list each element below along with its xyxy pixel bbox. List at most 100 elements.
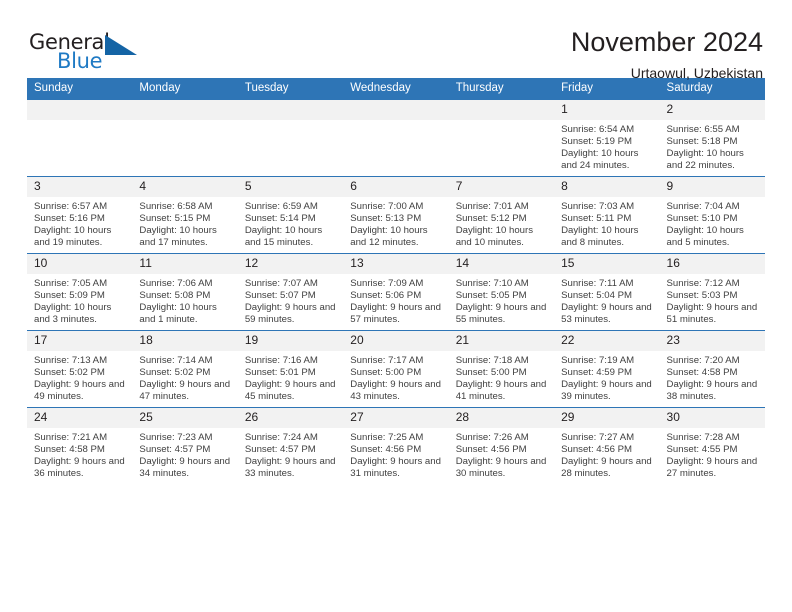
- sunset-text: Sunset: 5:10 PM: [666, 213, 738, 225]
- calendar-day-cell-empty: [237, 99, 344, 177]
- calendar-day-cell[interactable]: 9 Sunrise: 7:04 AM Sunset: 5:10 PM Daylight…: [659, 176, 765, 254]
- day-number: 15: [554, 254, 660, 274]
- sunset-text: Sunset: 5:14 PM: [244, 213, 316, 225]
- sunrise-text: Sunrise: 7:07 AM: [244, 278, 318, 289]
- day-number: 16: [659, 254, 765, 274]
- sunrise-text: Sunrise: 7:16 AM: [244, 355, 318, 366]
- daylight-text: Daylight: 10 hours and 3 minutes.: [34, 302, 112, 326]
- calendar-day-cell[interactable]: 15 Sunrise: 7:11 AM Sunset: 5:04 PM Dayligh…: [554, 253, 660, 331]
- day-number: 1: [554, 100, 660, 120]
- day-details: Sunrise: 6:59 AM Sunset: 5:14 PM Daylight:…: [238, 197, 343, 249]
- calendar-day-cell[interactable]: 26 Sunrise: 7:24 AM Sunset: 4:57 PM Dayligh…: [237, 407, 344, 484]
- sunset-text: Sunset: 4:59 PM: [561, 367, 633, 379]
- calendar-day-cell[interactable]: 14 Sunrise: 7:10 AM Sunset: 5:05 PM Dayligh…: [448, 253, 555, 331]
- daylight-text: Daylight: 10 hours and 19 minutes.: [34, 225, 112, 249]
- daylight-text: Daylight: 9 hours and 59 minutes.: [244, 302, 336, 326]
- sunrise-text: Sunrise: 7:03 AM: [561, 201, 635, 212]
- day-details: Sunrise: 7:26 AM Sunset: 4:56 PM Daylight:…: [449, 428, 554, 480]
- day-details: Sunrise: 6:54 AM Sunset: 5:19 PM Daylight:…: [554, 120, 659, 172]
- sunrise-text: Sunrise: 6:58 AM: [139, 201, 213, 212]
- daylight-text: Daylight: 9 hours and 51 minutes.: [666, 302, 758, 326]
- calendar-day-cell[interactable]: 13 Sunrise: 7:09 AM Sunset: 5:06 PM Dayligh…: [343, 253, 449, 331]
- calendar-day-cell[interactable]: 24 Sunrise: 7:21 AM Sunset: 4:58 PM Dayligh…: [27, 407, 133, 484]
- sunrise-text: Sunrise: 7:13 AM: [34, 355, 108, 366]
- day-number: 10: [27, 254, 133, 274]
- day-number: 2: [659, 100, 765, 120]
- calendar-day-cell[interactable]: 7 Sunrise: 7:01 AM Sunset: 5:12 PM Daylight…: [448, 176, 555, 254]
- sunrise-text: Sunrise: 7:11 AM: [561, 278, 634, 289]
- calendar-day-cell[interactable]: 12 Sunrise: 7:07 AM Sunset: 5:07 PM Dayligh…: [237, 253, 344, 331]
- daylight-text: Daylight: 10 hours and 12 minutes.: [350, 225, 428, 249]
- sunrise-text: Sunrise: 7:01 AM: [455, 201, 529, 212]
- calendar-day-cell[interactable]: 23 Sunrise: 7:20 AM Sunset: 4:58 PM Dayligh…: [659, 330, 765, 408]
- day-number: 28: [448, 408, 555, 428]
- calendar-day-cell[interactable]: 20 Sunrise: 7:17 AM Sunset: 5:00 PM Dayligh…: [343, 330, 449, 408]
- day-number: 14: [448, 254, 555, 274]
- day-number: 19: [237, 331, 344, 351]
- calendar-day-cell-empty: [132, 99, 238, 177]
- daylight-text: Daylight: 9 hours and 49 minutes.: [34, 379, 125, 403]
- calendar-day-cell[interactable]: 8 Sunrise: 7:03 AM Sunset: 5:11 PM Daylight…: [554, 176, 660, 254]
- day-number: 5: [237, 177, 344, 197]
- day-details: Sunrise: 6:55 AM Sunset: 5:18 PM Daylight:…: [660, 120, 765, 172]
- calendar-day-cell[interactable]: 30 Sunrise: 7:28 AM Sunset: 4:55 PM Dayligh…: [659, 407, 765, 484]
- calendar-day-cell[interactable]: 2 Sunrise: 6:55 AM Sunset: 5:18 PM Daylight…: [659, 99, 765, 177]
- calendar-grid: Sunday Monday Tuesday Wednesday Thursday…: [27, 78, 765, 484]
- daylight-text: Daylight: 9 hours and 28 minutes.: [561, 456, 652, 480]
- daylight-text: Daylight: 10 hours and 1 minute.: [139, 302, 217, 326]
- weekday-header-sunday: Sunday: [27, 78, 133, 100]
- sunrise-text: Sunrise: 7:09 AM: [350, 278, 424, 289]
- sunrise-text: Sunrise: 6:59 AM: [244, 201, 318, 212]
- day-details: Sunrise: 7:13 AM Sunset: 5:02 PM Daylight:…: [27, 351, 132, 403]
- sunset-text: Sunset: 5:09 PM: [34, 290, 105, 302]
- sunrise-text: Sunrise: 7:23 AM: [139, 432, 213, 443]
- daylight-text: Daylight: 9 hours and 43 minutes.: [350, 379, 441, 403]
- sunrise-text: Sunrise: 7:28 AM: [666, 432, 740, 443]
- sunrise-text: Sunrise: 7:26 AM: [455, 432, 529, 443]
- sunset-text: Sunset: 5:00 PM: [455, 367, 527, 379]
- sunset-text: Sunset: 5:02 PM: [34, 367, 105, 379]
- calendar-day-cell[interactable]: 18 Sunrise: 7:14 AM Sunset: 5:02 PM Dayligh…: [132, 330, 238, 408]
- daylight-text: Daylight: 10 hours and 17 minutes.: [139, 225, 217, 249]
- sunset-text: Sunset: 5:12 PM: [455, 213, 527, 225]
- calendar-day-cell[interactable]: 29 Sunrise: 7:27 AM Sunset: 4:56 PM Dayligh…: [554, 407, 660, 484]
- day-number: 27: [343, 408, 449, 428]
- daylight-text: Daylight: 9 hours and 55 minutes.: [455, 302, 547, 326]
- calendar-day-cell[interactable]: 17 Sunrise: 7:13 AM Sunset: 5:02 PM Dayligh…: [27, 330, 133, 408]
- calendar-day-cell[interactable]: 16 Sunrise: 7:12 AM Sunset: 5:03 PM Dayligh…: [659, 253, 765, 331]
- sunset-text: Sunset: 5:03 PM: [666, 290, 738, 302]
- sunrise-text: Sunrise: 7:24 AM: [244, 432, 318, 443]
- sunset-text: Sunset: 4:56 PM: [350, 444, 422, 456]
- day-details: Sunrise: 7:23 AM Sunset: 4:57 PM Daylight:…: [132, 428, 237, 480]
- calendar-day-cell[interactable]: 10 Sunrise: 7:05 AM Sunset: 5:09 PM Dayligh…: [27, 253, 133, 331]
- daylight-text: Daylight: 9 hours and 34 minutes.: [139, 456, 231, 480]
- sunset-text: Sunset: 5:08 PM: [139, 290, 211, 302]
- sunrise-text: Sunrise: 7:04 AM: [666, 201, 740, 212]
- day-number: 25: [132, 408, 238, 428]
- calendar-day-cell[interactable]: 4 Sunrise: 6:58 AM Sunset: 5:15 PM Daylight…: [132, 176, 238, 254]
- day-details: Sunrise: 7:11 AM Sunset: 5:04 PM Daylight:…: [554, 274, 659, 326]
- calendar-day-cell[interactable]: 6 Sunrise: 7:00 AM Sunset: 5:13 PM Daylight…: [343, 176, 449, 254]
- calendar-day-cell[interactable]: 5 Sunrise: 6:59 AM Sunset: 5:14 PM Daylight…: [237, 176, 344, 254]
- day-details: Sunrise: 7:19 AM Sunset: 4:59 PM Daylight:…: [554, 351, 659, 403]
- calendar-day-cell-empty: [343, 99, 449, 177]
- calendar-day-cell[interactable]: 1 Sunrise: 6:54 AM Sunset: 5:19 PM Daylight…: [554, 99, 660, 177]
- calendar-week-row: 17 Sunrise: 7:13 AM Sunset: 5:02 PM Dayligh…: [27, 330, 765, 408]
- daylight-text: Daylight: 9 hours and 39 minutes.: [561, 379, 652, 403]
- day-details: Sunrise: 7:10 AM Sunset: 5:05 PM Daylight:…: [449, 274, 554, 326]
- day-details: Sunrise: 7:14 AM Sunset: 5:02 PM Daylight:…: [132, 351, 237, 403]
- calendar-day-cell[interactable]: 27 Sunrise: 7:25 AM Sunset: 4:56 PM Dayligh…: [343, 407, 449, 484]
- calendar-day-cell[interactable]: 3 Sunrise: 6:57 AM Sunset: 5:16 PM Daylight…: [27, 176, 133, 254]
- sunrise-text: Sunrise: 7:05 AM: [34, 278, 108, 289]
- logo-text-blue: Blue: [57, 49, 103, 73]
- calendar-day-cell[interactable]: 22 Sunrise: 7:19 AM Sunset: 4:59 PM Dayligh…: [554, 330, 660, 408]
- calendar-day-cell[interactable]: 25 Sunrise: 7:23 AM Sunset: 4:57 PM Dayligh…: [132, 407, 238, 484]
- calendar-day-cell[interactable]: 19 Sunrise: 7:16 AM Sunset: 5:01 PM Dayligh…: [237, 330, 344, 408]
- calendar-day-cell[interactable]: 21 Sunrise: 7:18 AM Sunset: 5:00 PM Dayligh…: [448, 330, 555, 408]
- calendar-day-cell[interactable]: 28 Sunrise: 7:26 AM Sunset: 4:56 PM Dayligh…: [448, 407, 555, 484]
- calendar-day-cell[interactable]: 11 Sunrise: 7:06 AM Sunset: 5:08 PM Dayligh…: [132, 253, 238, 331]
- day-number: [237, 100, 344, 120]
- sunset-text: Sunset: 5:13 PM: [350, 213, 422, 225]
- day-number: 9: [659, 177, 765, 197]
- calendar-day-cell-empty: [27, 99, 133, 177]
